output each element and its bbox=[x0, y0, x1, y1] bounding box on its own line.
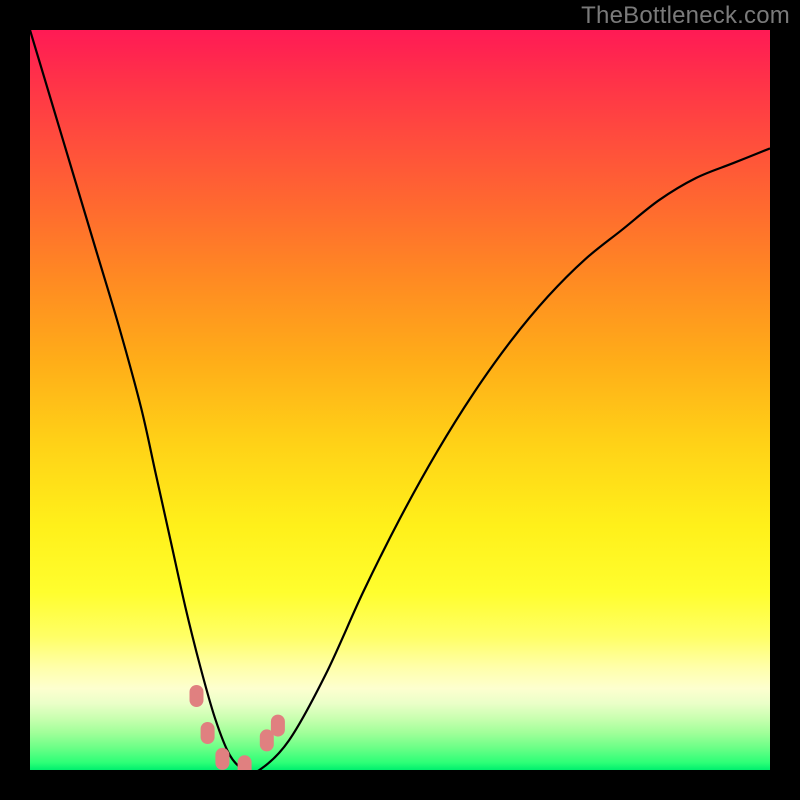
plot-area bbox=[30, 30, 770, 770]
marker-dot bbox=[215, 748, 229, 770]
watermark-text: TheBottleneck.com bbox=[581, 2, 790, 30]
chart-container: TheBottleneck.com bbox=[0, 0, 800, 800]
marker-dot bbox=[238, 755, 252, 770]
marker-dot bbox=[190, 685, 204, 707]
marker-dot bbox=[201, 722, 215, 744]
highlight-markers bbox=[30, 30, 770, 770]
marker-dot bbox=[271, 715, 285, 737]
